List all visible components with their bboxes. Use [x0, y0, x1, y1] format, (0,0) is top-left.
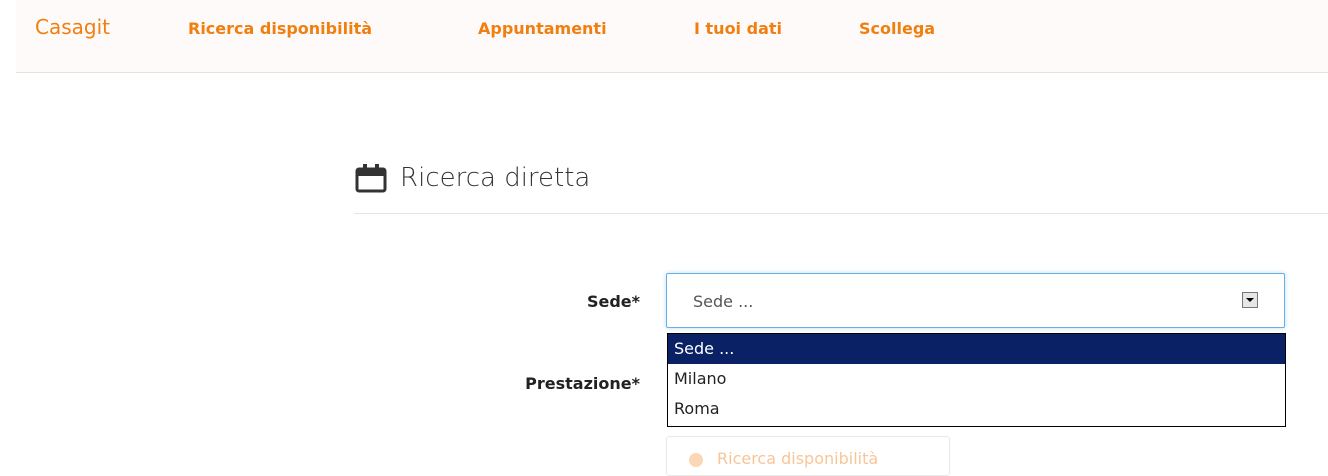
page-title: Ricerca diretta: [400, 163, 591, 193]
page-heading: Ricerca diretta: [355, 163, 590, 193]
sede-label: Sede*: [586, 292, 640, 311]
sede-select-value: Sede ...: [693, 292, 754, 311]
search-icon: [689, 453, 703, 467]
ricerca-button-label: Ricerca disponibilità: [717, 449, 879, 468]
brand-logo[interactable]: Casagit: [35, 15, 110, 39]
sede-option-sede[interactable]: Sede ...: [668, 334, 1285, 364]
calendar-icon: [355, 163, 387, 193]
nav-i-tuoi-dati[interactable]: I tuoi dati: [694, 19, 782, 38]
sede-option-roma[interactable]: Roma: [668, 394, 1285, 424]
top-navbar: Casagit Ricerca disponibilità Appuntamen…: [16, 0, 1328, 73]
heading-divider: [354, 213, 1328, 214]
nav-scollega[interactable]: Scollega: [859, 19, 935, 38]
sede-dropdown-list: Sede ... Milano Roma: [667, 333, 1286, 427]
sede-option-milano[interactable]: Milano: [668, 364, 1285, 394]
prestazione-label: Prestazione*: [525, 374, 640, 393]
ricerca-disponibilita-button[interactable]: Ricerca disponibilità: [666, 436, 950, 476]
nav-ricerca-disponibilita[interactable]: Ricerca disponibilità: [188, 19, 372, 38]
sede-select[interactable]: Sede ...: [666, 273, 1285, 328]
nav-appuntamenti[interactable]: Appuntamenti: [478, 19, 607, 38]
dropdown-arrow-icon[interactable]: [1242, 292, 1258, 308]
